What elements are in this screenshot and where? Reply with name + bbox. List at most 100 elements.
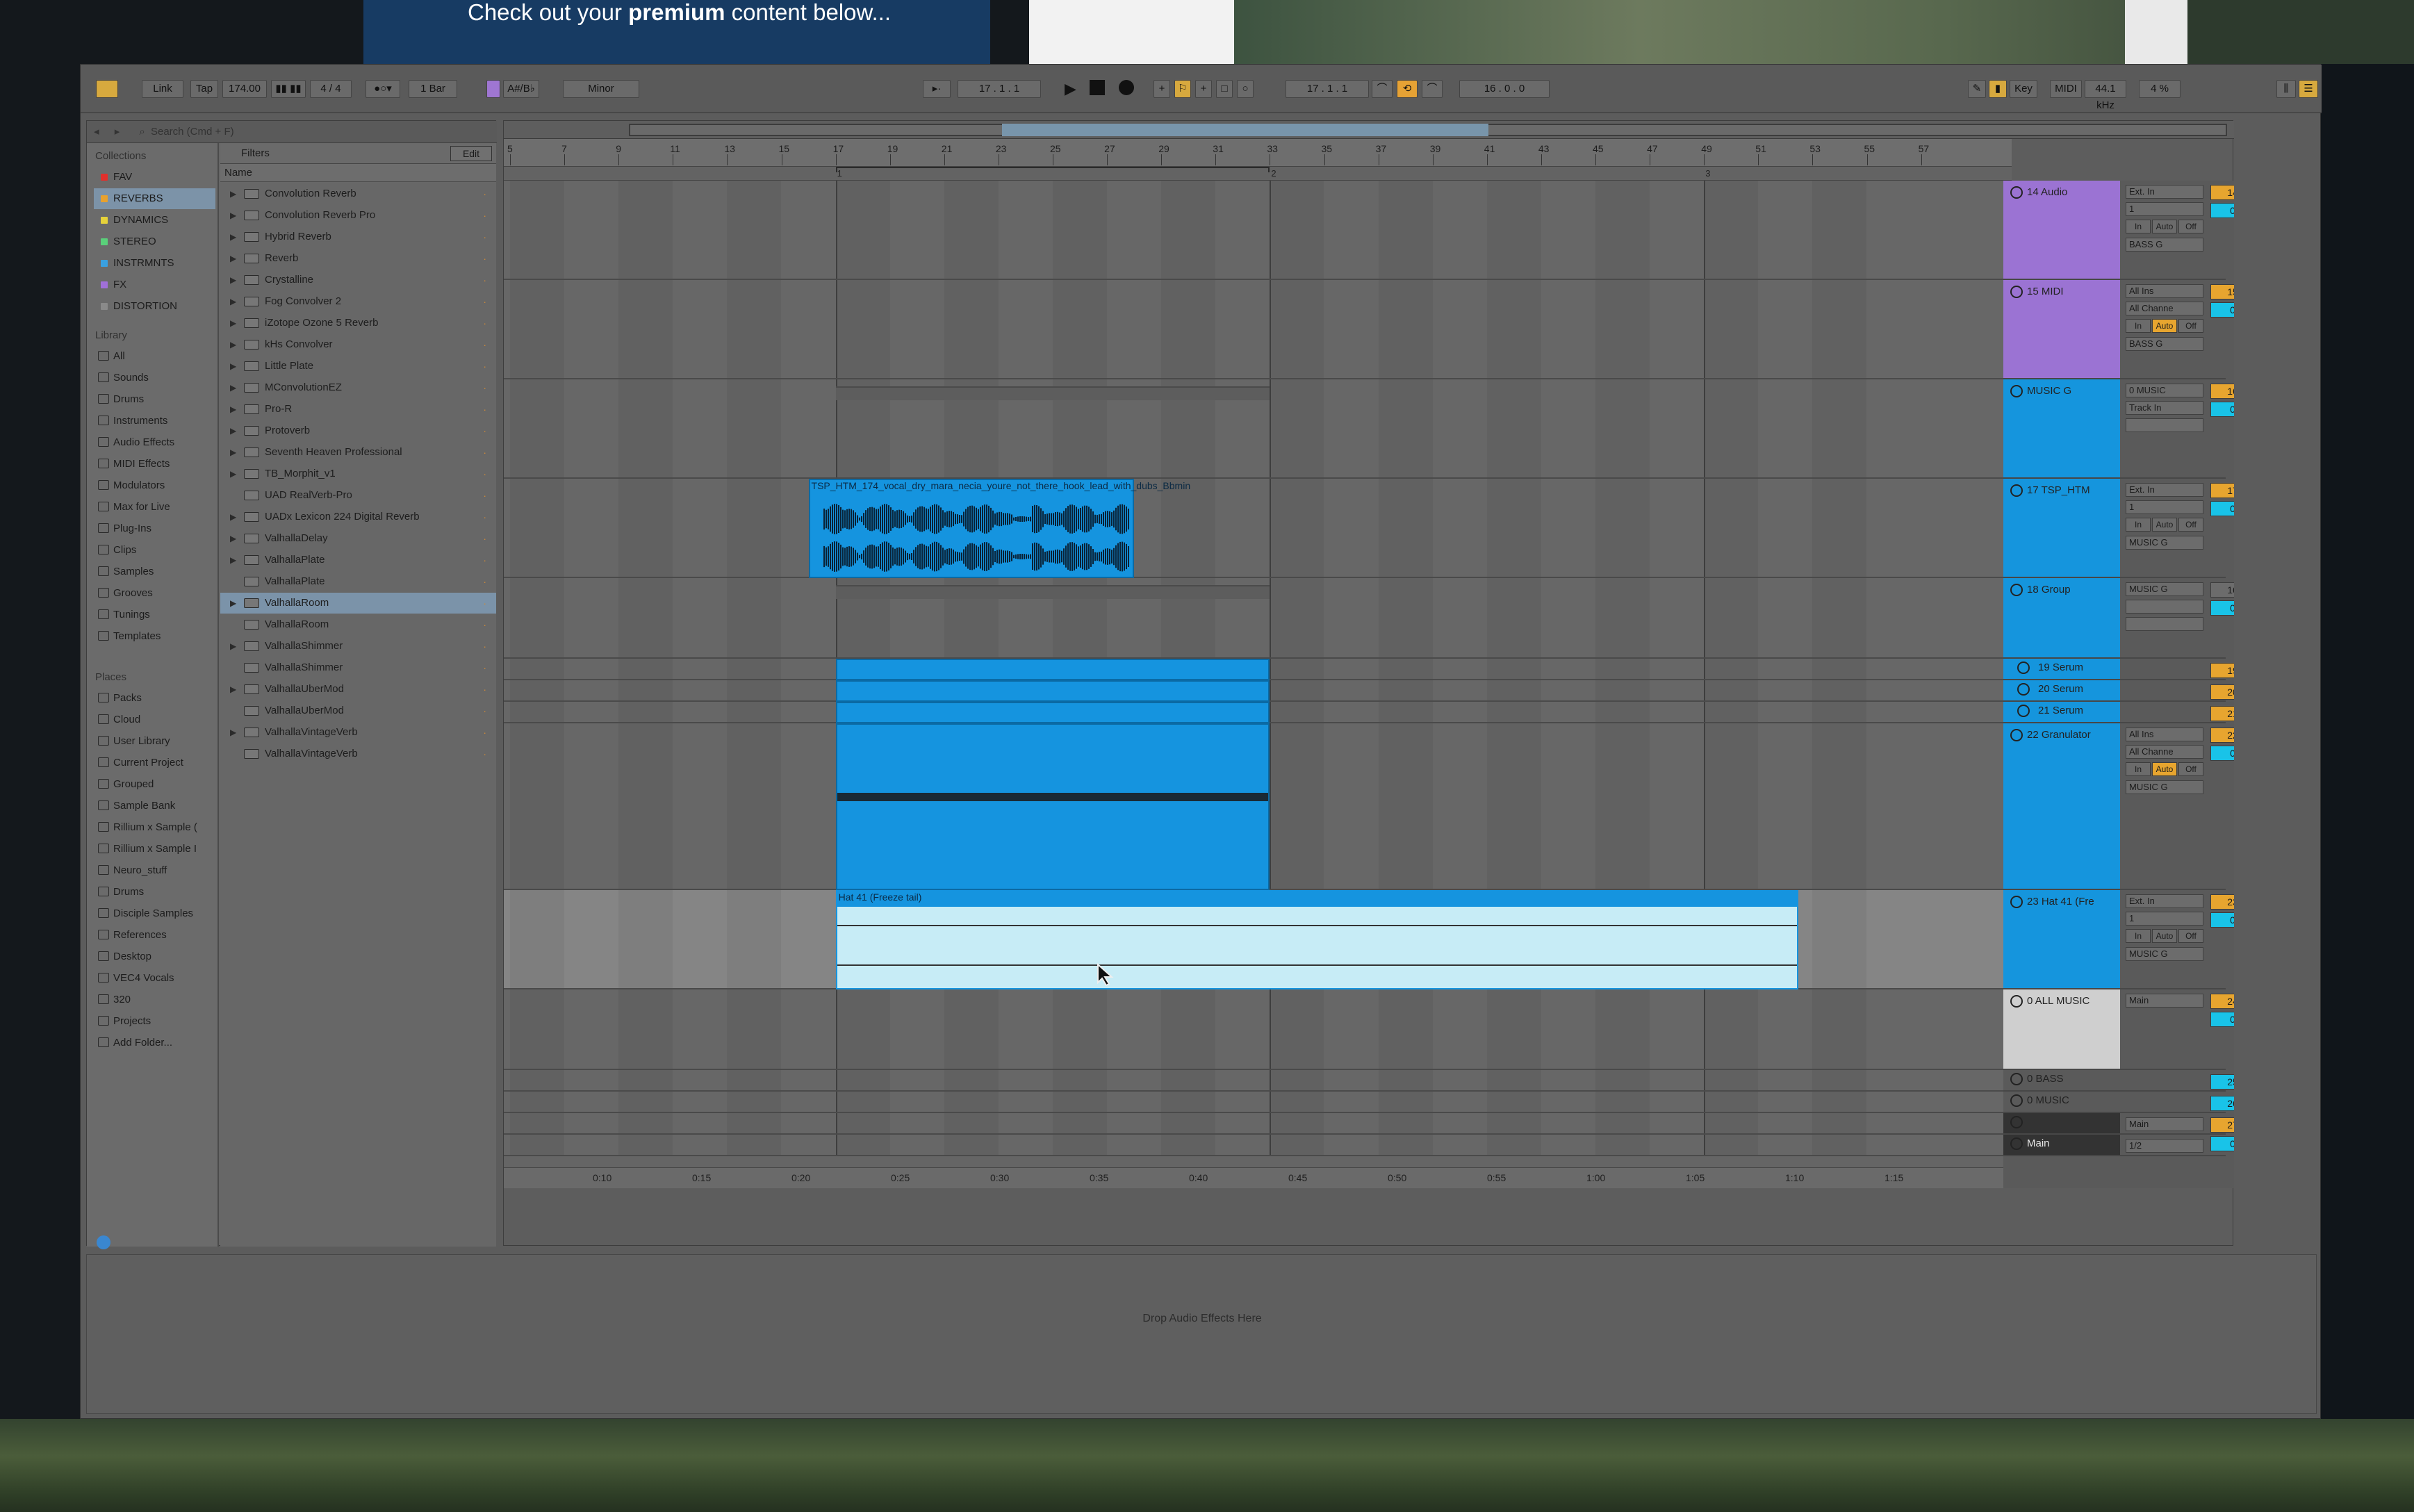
- routing-select[interactable]: MUSIC G: [2126, 947, 2203, 961]
- track-number[interactable]: 17: [2210, 483, 2234, 498]
- stop-icon[interactable]: [1090, 80, 1105, 95]
- midi-clip-serum[interactable]: [835, 680, 1270, 702]
- monitor-switch[interactable]: In Auto Off: [2126, 518, 2203, 532]
- file-row[interactable]: ▶ Fog Convolver 2 ·: [220, 291, 496, 312]
- browser-search-bar[interactable]: ◂ ▸ ⌕ Search (Cmd + F): [87, 121, 497, 143]
- routing-select[interactable]: Ext. In: [2126, 483, 2203, 497]
- library-item-audio-effects[interactable]: Audio Effects: [94, 432, 215, 453]
- places-item[interactable]: Drums: [94, 882, 215, 903]
- file-row[interactable]: ▶ MConvolutionEZ ·: [220, 377, 496, 398]
- fold-icon[interactable]: [2010, 896, 2023, 908]
- automation-arm-icon[interactable]: ⚐: [1174, 80, 1191, 98]
- places-item[interactable]: Rillium x Sample I: [94, 839, 215, 860]
- routing-select[interactable]: All Channe: [2126, 302, 2203, 315]
- routing-select[interactable]: [2126, 418, 2203, 432]
- file-row[interactable]: ▶ Convolution Reverb ·: [220, 183, 496, 204]
- favorite-tag-icon[interactable]: ·: [483, 227, 486, 247]
- device-panel[interactable]: Drop Audio Effects Here: [86, 1254, 2317, 1414]
- track-header[interactable]: 0 BASS25S●: [2003, 1070, 2234, 1092]
- midi-clip-serum[interactable]: [835, 702, 1270, 723]
- track-lane[interactable]: [504, 280, 2012, 379]
- favorite-tag-icon[interactable]: ·: [483, 205, 486, 226]
- favorite-tag-icon[interactable]: ·: [483, 291, 486, 312]
- expand-arrow-icon[interactable]: ▶: [230, 442, 236, 463]
- beat-time-ruler[interactable]: 5 7 9 11 13 15 17 19 21 23 25 27 29 31 33 35 37 39 41 43 45 4…: [504, 139, 2012, 167]
- expand-arrow-icon[interactable]: ▶: [230, 183, 236, 204]
- library-item-all[interactable]: All: [94, 346, 215, 367]
- monitor-switch[interactable]: In Auto Off: [2126, 319, 2203, 333]
- track-header[interactable]: 18 GroupMUSIC G160S●: [2003, 578, 2234, 659]
- track-number[interactable]: 23: [2210, 894, 2234, 910]
- track-name[interactable]: [2003, 1113, 2120, 1133]
- track-lane[interactable]: [504, 1092, 2012, 1113]
- fold-icon[interactable]: [2010, 385, 2023, 397]
- expand-arrow-icon[interactable]: ▶: [230, 291, 236, 312]
- track-header[interactable]: 0 MUSIC26S●: [2003, 1092, 2234, 1113]
- library-item-sounds[interactable]: Sounds: [94, 368, 215, 388]
- track-number[interactable]: 19: [2210, 663, 2234, 678]
- track-name[interactable]: 0 BASS: [2003, 1070, 2120, 1090]
- monitor-auto-button[interactable]: Auto: [2152, 762, 2177, 776]
- fold-icon[interactable]: [2010, 1073, 2023, 1085]
- library-item-instruments[interactable]: Instruments: [94, 411, 215, 432]
- file-row[interactable]: ▶ Hybrid Reverb ·: [220, 227, 496, 247]
- places-item[interactable]: Projects: [94, 1011, 215, 1032]
- quantize-select[interactable]: 1 Bar: [409, 80, 457, 98]
- track-number[interactable]: 14: [2210, 185, 2234, 200]
- nudge-buttons-icon[interactable]: ▮▮ ▮▮: [271, 80, 306, 98]
- track-number[interactable]: 20: [2210, 684, 2234, 700]
- places-item[interactable]: Disciple Samples: [94, 903, 215, 924]
- routing-select[interactable]: MUSIC G: [2126, 536, 2203, 550]
- favorite-tag-icon[interactable]: ·: [483, 614, 486, 635]
- places-item[interactable]: Grouped: [94, 774, 215, 795]
- routing-select[interactable]: Track In: [2126, 401, 2203, 415]
- track-lane[interactable]: [504, 1070, 2012, 1092]
- library-item-clips[interactable]: Clips: [94, 540, 215, 561]
- places-item[interactable]: 320: [94, 989, 215, 1010]
- collection-distortion[interactable]: DISTORTION: [94, 296, 215, 317]
- collection-dynamics[interactable]: DYNAMICS: [94, 210, 215, 231]
- track-name[interactable]: 17 TSP_HTM: [2003, 479, 2120, 577]
- library-item-samples[interactable]: Samples: [94, 561, 215, 582]
- track-header[interactable]: Main27S●: [2003, 1113, 2234, 1135]
- fold-icon[interactable]: [2017, 705, 2030, 717]
- name-column-header[interactable]: Name: [220, 164, 496, 182]
- track-header[interactable]: 15 MIDI All Ins All Channe BASS G In Auto Off 1…: [2003, 280, 2234, 379]
- premium-banner[interactable]: Check out your premium content below...: [363, 0, 990, 64]
- expand-arrow-icon[interactable]: ▶: [230, 377, 236, 398]
- file-row[interactable]: ▶ Seventh Heaven Professional ·: [220, 442, 496, 463]
- track-name[interactable]: 0 ALL MUSIC: [2003, 989, 2120, 1069]
- favorite-tag-icon[interactable]: ·: [483, 485, 486, 506]
- re-enable-automation-icon[interactable]: +: [1195, 80, 1212, 98]
- monitor-switch[interactable]: In Auto Off: [2126, 762, 2203, 776]
- places-item[interactable]: Current Project: [94, 753, 215, 773]
- expand-arrow-icon[interactable]: ▶: [230, 463, 236, 484]
- track-number[interactable]: 21: [2210, 706, 2234, 721]
- track-name[interactable]: 20 Serum: [2003, 680, 2120, 700]
- fold-icon[interactable]: [2010, 186, 2023, 199]
- expand-arrow-icon[interactable]: ▶: [230, 722, 236, 743]
- routing-select[interactable]: BASS G: [2126, 337, 2203, 351]
- file-row[interactable]: ▶ UADx Lexicon 224 Digital Reverb ·: [220, 507, 496, 527]
- file-row[interactable]: ▶ Pro-R ·: [220, 399, 496, 420]
- track-name[interactable]: 0 MUSIC: [2003, 1092, 2120, 1112]
- file-row[interactable]: UAD RealVerb-Pro ·: [220, 485, 496, 506]
- play-icon[interactable]: ▶: [1065, 80, 1076, 98]
- expand-arrow-icon[interactable]: ▶: [230, 356, 236, 377]
- fold-icon[interactable]: [2010, 286, 2023, 298]
- file-row[interactable]: ValhallaUberMod ·: [220, 700, 496, 721]
- routing-select[interactable]: 1: [2126, 202, 2203, 216]
- track-name[interactable]: MUSIC G: [2003, 379, 2120, 477]
- loop-switch-icon[interactable]: ⟲: [1397, 80, 1418, 98]
- routing-select[interactable]: 1/2: [2126, 1139, 2203, 1153]
- monitor-auto-button[interactable]: Auto: [2152, 220, 2177, 233]
- arrangement-view-icon[interactable]: ☰: [2299, 80, 2318, 98]
- expand-arrow-icon[interactable]: ▶: [230, 248, 236, 269]
- track-number[interactable]: 15: [2210, 284, 2234, 299]
- track-lane[interactable]: [504, 181, 2012, 280]
- library-item-tunings[interactable]: Tunings: [94, 605, 215, 625]
- expand-arrow-icon[interactable]: ▶: [230, 205, 236, 226]
- routing-select[interactable]: Main: [2126, 994, 2203, 1008]
- routing-select[interactable]: 1: [2126, 912, 2203, 926]
- tempo-field[interactable]: 174.00: [222, 80, 267, 98]
